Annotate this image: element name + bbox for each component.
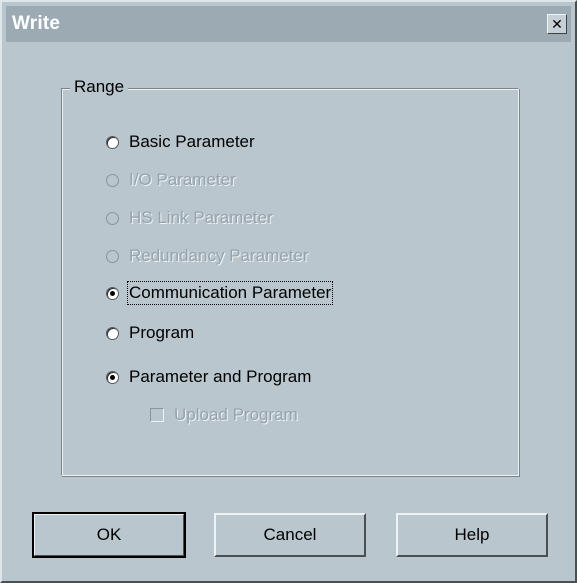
radio-hs-link-parameter: HS Link Parameter: [106, 205, 273, 231]
radio-selected-dot: [110, 374, 115, 380]
close-icon: ✕: [551, 15, 563, 32]
help-button-label: Help: [454, 525, 490, 544]
radio-label: HS Link Parameter: [129, 208, 273, 227]
radio-indicator[interactable]: [106, 370, 119, 384]
radio-indicator[interactable]: [106, 326, 119, 340]
radio-program[interactable]: Program: [106, 320, 194, 346]
radio-label: Parameter and Program: [129, 367, 312, 386]
range-legend: Range: [70, 77, 129, 97]
radio-selected-dot: [110, 290, 115, 296]
close-button[interactable]: ✕: [547, 14, 567, 34]
radio-communication-parameter[interactable]: Communication Parameter: [106, 280, 334, 306]
radio-io-parameter: I/O Parameter: [106, 167, 236, 193]
radio-redundancy-parameter: Redundancy Parameter: [106, 243, 309, 269]
radio-indicator: [106, 173, 119, 187]
radio-indicator: [106, 211, 119, 225]
radio-indicator[interactable]: [106, 135, 119, 149]
cancel-button[interactable]: Cancel: [214, 513, 366, 557]
cancel-button-label: Cancel: [263, 525, 317, 544]
help-button[interactable]: Help: [396, 513, 548, 557]
ok-button-label: OK: [96, 525, 122, 544]
title-bar: Write ✕: [6, 6, 571, 42]
radio-label: I/O Parameter: [129, 170, 236, 189]
dialog-title: Write: [12, 13, 61, 34]
upload-program-checkbox-row: Upload Program: [150, 402, 298, 428]
radio-indicator[interactable]: [106, 286, 119, 300]
radio-label: Basic Parameter: [129, 132, 255, 151]
radio-label: Redundancy Parameter: [129, 246, 309, 265]
radio-basic-parameter[interactable]: Basic Parameter: [106, 129, 255, 155]
ok-button[interactable]: OK: [32, 512, 186, 558]
radio-indicator: [106, 249, 119, 263]
checkbox-label: Upload Program: [174, 405, 298, 424]
radio-label: Communication Parameter: [126, 281, 334, 305]
radio-parameter-and-program[interactable]: Parameter and Program: [106, 364, 311, 390]
radio-label: Program: [129, 323, 195, 342]
upload-program-checkbox: [150, 408, 164, 422]
